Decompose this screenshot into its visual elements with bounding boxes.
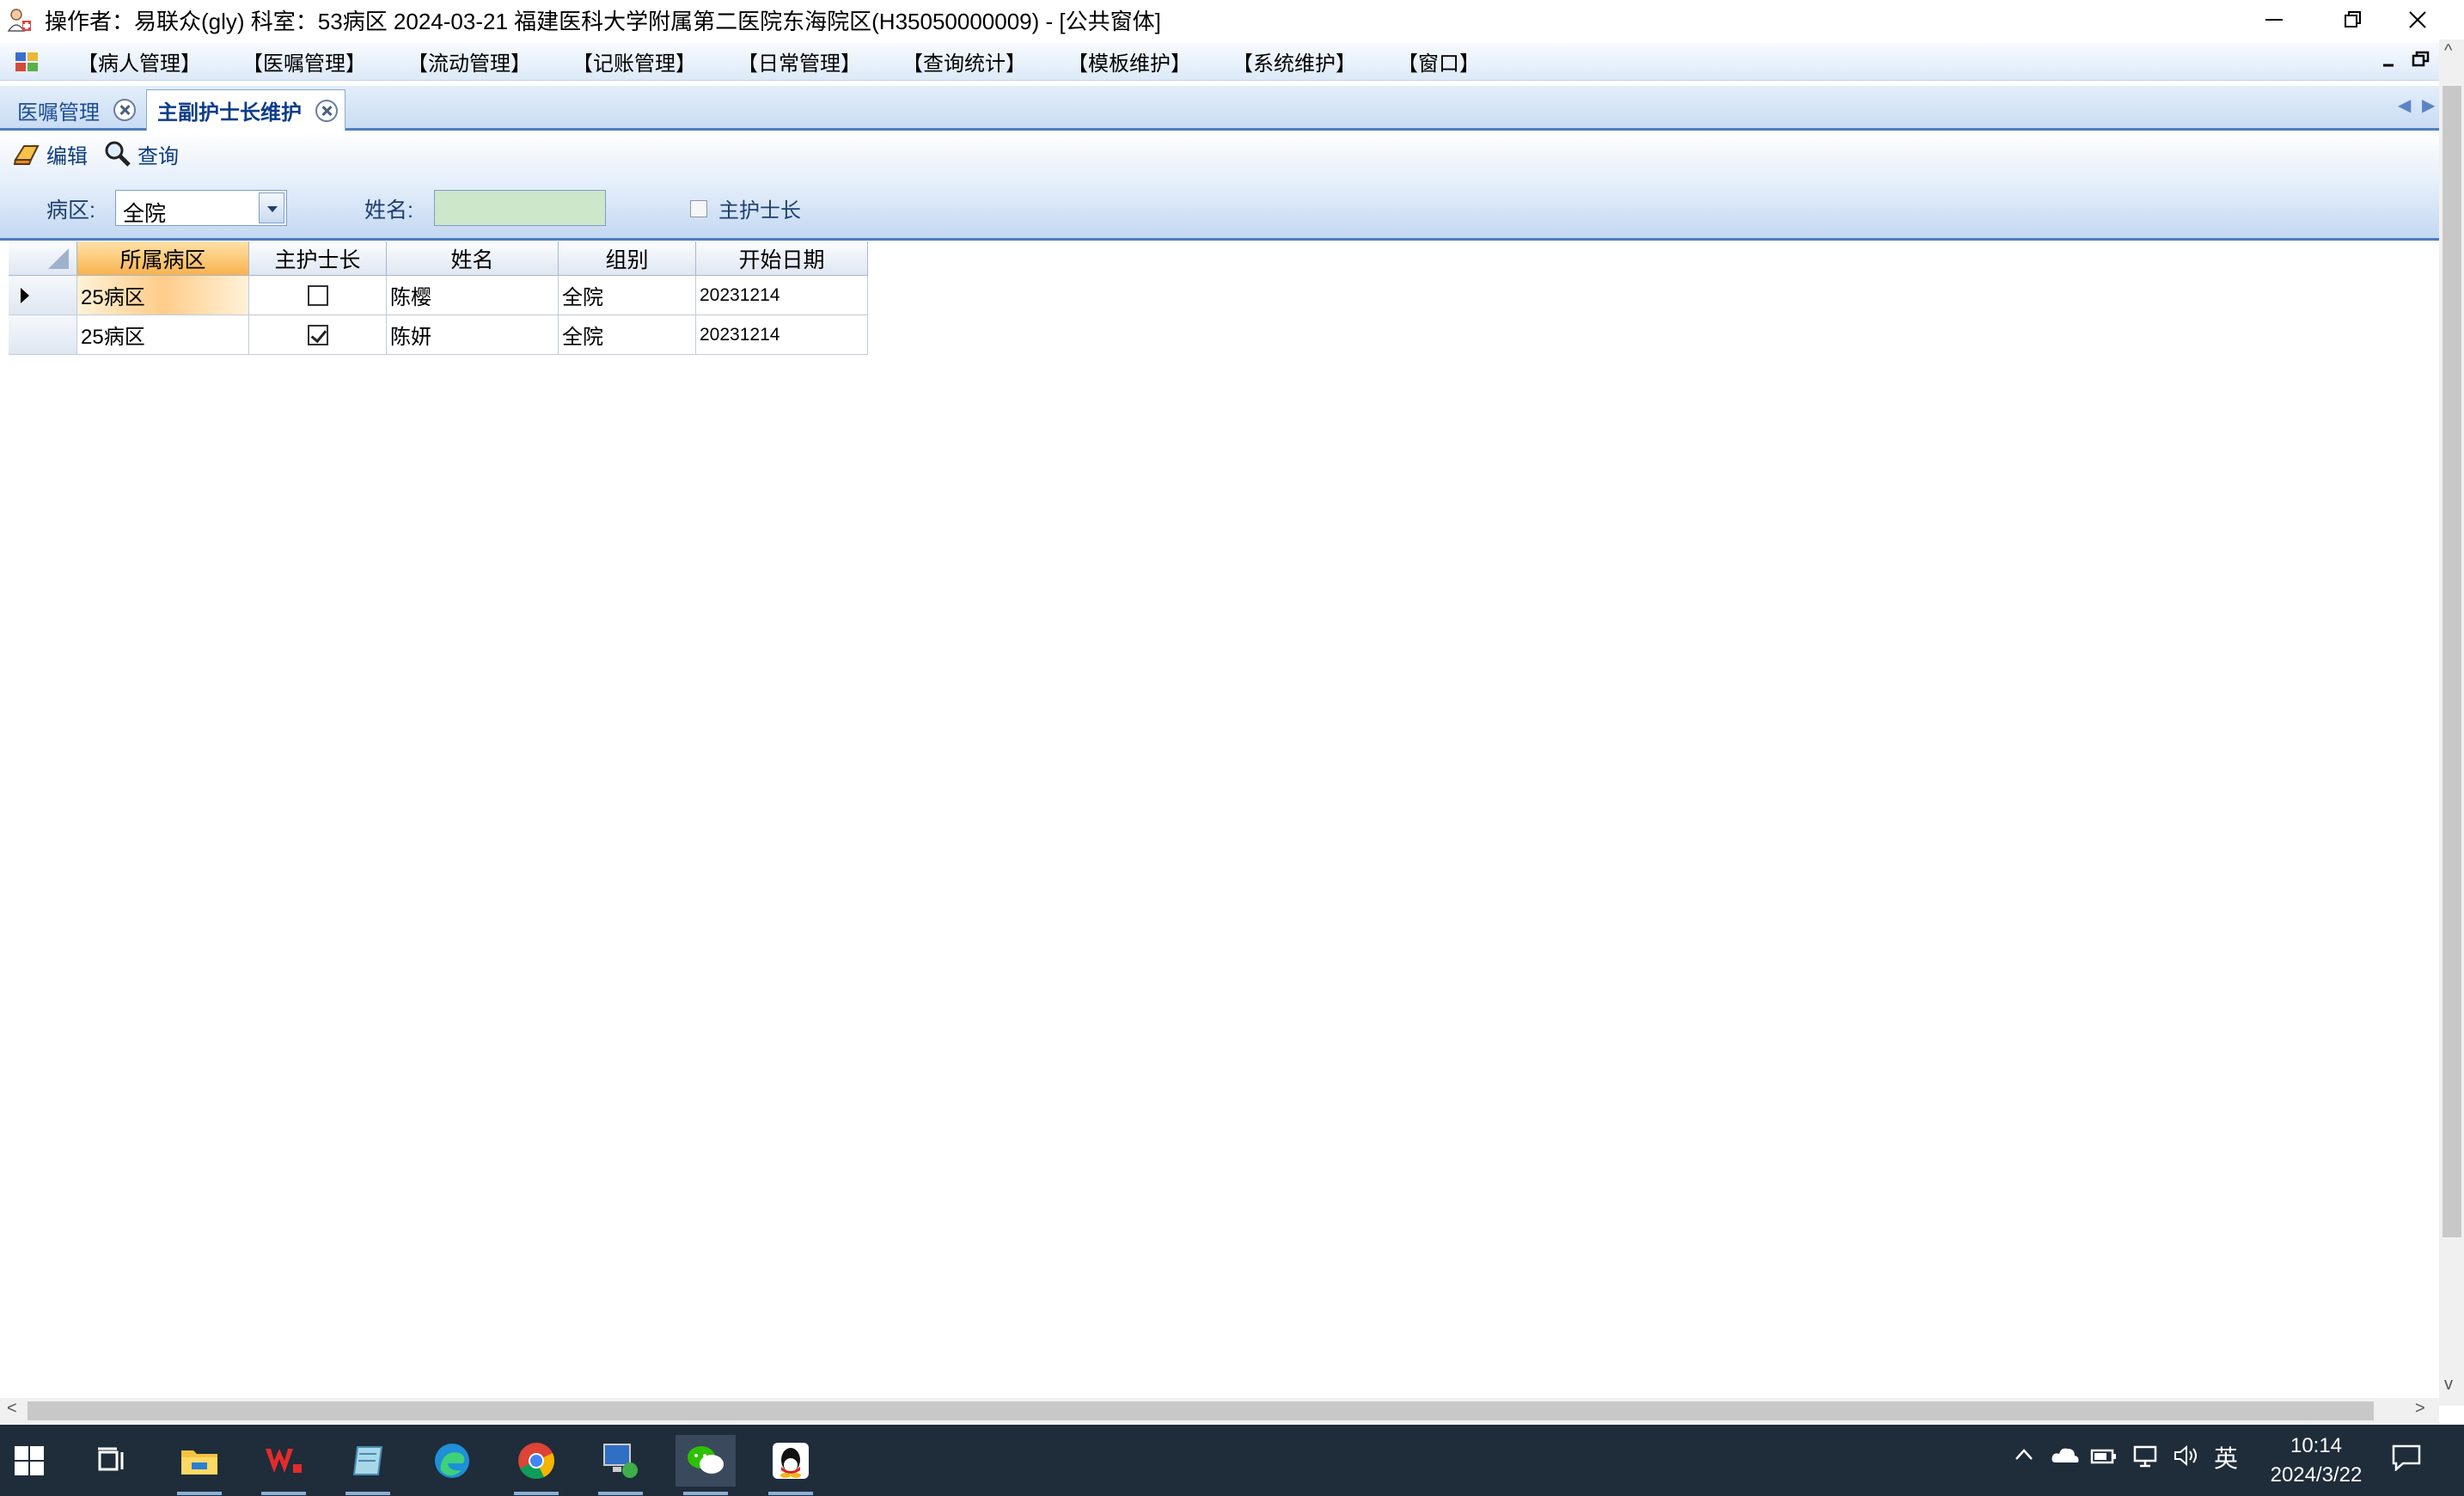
cell-group[interactable]: 全院 [559,276,696,315]
menu-bar: 【病人管理】 【医嘱管理】 【流动管理】 【记账管理】 【日常管理】 【查询统计… [0,43,2441,81]
head-nurse-checkbox[interactable] [307,324,328,345]
tab-scroll-right-icon[interactable]: ▶ [2422,95,2435,116]
tab-label: 医嘱管理 [17,101,100,125]
tab-label: 主副护士长维护 [157,101,302,125]
restore-button[interactable] [2317,0,2389,40]
cell-name[interactable]: 陈樱 [387,276,559,315]
scroll-up-icon[interactable]: ^ [2444,41,2452,61]
input-method-indicator[interactable]: 英 [2214,1440,2238,1475]
cell-ward[interactable]: 25病区 [77,276,249,315]
mdi-minimize-button[interactable] [2381,52,2398,73]
menu-system-maintenance[interactable]: 【系统维护】 [1232,46,1356,76]
menu-window[interactable]: 【窗口】 [1397,46,1480,76]
vertical-scrollbar-thumb[interactable] [2443,86,2461,1237]
cell-group[interactable]: 全院 [559,315,696,355]
title-bar: 操作者：易联众(gly) 科室：53病区 2024-03-21 福建医科大学附属… [0,0,2464,40]
menu-query-statistics[interactable]: 【查询统计】 [902,46,1026,76]
onedrive-icon[interactable] [2051,1444,2080,1472]
column-header-head-nurse[interactable]: 主护士长 [249,241,387,276]
battery-icon[interactable] [2090,1444,2118,1472]
menu-order-management[interactable]: 【医嘱管理】 [242,46,366,76]
cell-head-nurse[interactable] [249,315,387,355]
row-header[interactable] [9,315,77,355]
ward-label: 病区: [46,198,95,223]
close-button[interactable] [2392,0,2443,40]
clock-time: 10:14 [2290,1434,2343,1457]
show-hidden-icons-icon[interactable] [2013,1444,2035,1472]
edge-icon[interactable] [426,1435,478,1487]
restore-icon [2345,11,2361,27]
wechat-icon[interactable] [676,1435,736,1495]
network-icon[interactable] [2131,1444,2159,1474]
remote-desktop-icon[interactable] [595,1435,646,1495]
tab-order-management[interactable]: 医嘱管理 [7,89,141,131]
menu-flow-management[interactable]: 【流动管理】 [407,46,531,76]
notification-center-icon[interactable] [2391,1444,2422,1477]
ward-select-value: 全院 [123,202,167,226]
menu-patient-management[interactable]: 【病人管理】 [77,46,201,76]
cell-head-nurse[interactable] [249,276,387,315]
cell-start-date[interactable]: 20231214 [696,276,868,315]
window-title: 操作者：易联众(gly) 科室：53病区 2024-03-21 福建医科大学附属… [45,8,1161,34]
table-row[interactable]: 25病区 陈妍 全院 20231214 [9,315,868,355]
chrome-icon[interactable] [511,1435,562,1495]
task-view-icon[interactable] [86,1435,138,1487]
ward-select[interactable]: 全院 [115,190,287,226]
query-label: 查询 [138,144,179,168]
row-header[interactable] [9,276,77,315]
table-row[interactable]: 25病区 陈樱 全院 20231214 [9,276,868,315]
notepad-icon[interactable] [342,1435,394,1495]
start-icon[interactable] [3,1435,55,1487]
menu-billing-management[interactable]: 【记账管理】 [572,46,696,76]
taskbar: 英 10:14 2024/3/22 [0,1425,2464,1496]
cell-ward[interactable]: 25病区 [77,315,249,355]
scroll-left-icon[interactable]: < [7,1399,17,1419]
file-explorer-icon[interactable] [174,1435,225,1495]
chevron-down-icon[interactable] [259,192,284,223]
edit-button[interactable]: 编辑 [12,139,88,169]
volume-icon[interactable] [2173,1444,2200,1474]
toolbar: 编辑 查询 [0,131,2441,176]
name-input[interactable] [434,190,606,226]
column-header-name[interactable]: 姓名 [387,241,559,276]
menu-template-maintenance[interactable]: 【模板维护】 [1067,46,1191,76]
mdi-icon[interactable] [14,49,40,75]
magnifier-icon [105,141,131,167]
name-label: 姓名: [364,198,413,223]
cell-start-date[interactable]: 20231214 [696,315,868,355]
tab-close-icon[interactable] [113,99,136,121]
clock-date: 2024/3/22 [2270,1463,2363,1487]
wps-icon[interactable] [258,1435,309,1495]
scroll-down-icon[interactable]: v [2444,1375,2453,1395]
data-grid: 所属病区 主护士长 姓名 组别 开始日期 25病区 陈樱 全院 20231214… [9,241,868,355]
column-header-ward[interactable]: 所属病区 [77,241,249,276]
minimize-icon [2265,19,2283,21]
minimize-button[interactable] [2238,0,2310,40]
cell-name[interactable]: 陈妍 [387,315,559,355]
filter-bar: 病区: 全院 姓名: 主护士长 [0,176,2441,241]
head-nurse-filter-checkbox[interactable] [690,200,707,217]
query-button[interactable]: 查询 [103,139,179,169]
system-clock[interactable]: 10:14 2024/3/22 [2252,1432,2381,1490]
tab-head-nurse-maintenance[interactable]: 主副护士长维护 [146,89,345,131]
column-header-group[interactable]: 组别 [559,241,696,276]
qq-icon[interactable] [765,1435,816,1495]
column-header-start-date[interactable]: 开始日期 [696,241,868,276]
horizontal-scrollbar-thumb[interactable] [28,1401,2374,1420]
tab-close-icon[interactable] [315,99,338,122]
tab-strip: 医嘱管理 主副护士长维护 [0,86,2441,131]
tab-scroll-left-icon[interactable]: ◀ [2398,95,2411,116]
head-nurse-checkbox[interactable] [307,284,328,306]
menu-daily-management[interactable]: 【日常管理】 [737,46,861,76]
app-icon[interactable] [7,7,33,33]
select-all-corner[interactable] [9,241,77,276]
close-icon [2409,11,2426,28]
head-nurse-filter-label: 主护士长 [718,199,801,223]
grid-header: 所属病区 主护士长 姓名 组别 开始日期 [9,241,868,276]
mdi-restore-button[interactable] [2412,50,2430,73]
edit-label: 编辑 [46,144,88,168]
scroll-right-icon[interactable]: > [2415,1399,2425,1419]
eraser-icon [13,145,40,165]
current-row-arrow-icon [21,287,29,303]
